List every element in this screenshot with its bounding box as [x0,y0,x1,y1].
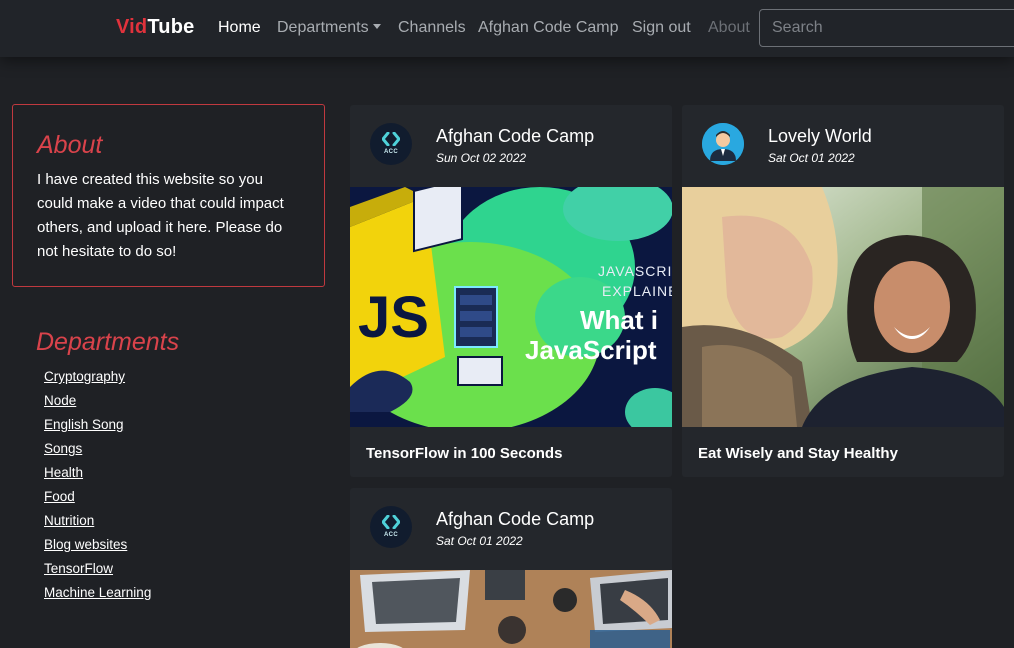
channel-name[interactable]: Lovely World [768,126,872,147]
code-icon [382,515,400,529]
upload-date: Sat Oct 01 2022 [768,151,855,165]
about-text: I have created this website so you could… [37,171,284,260]
department-item: Machine Learning [44,584,151,608]
nav-afghan-code-camp[interactable]: Afghan Code Camp [478,19,619,37]
nav-sign-out[interactable]: Sign out [632,19,691,37]
brand-part-tube: Tube [147,16,195,38]
card-header: ACC Afghan Code Camp Sun Oct 02 2022 [350,105,672,187]
about-panel: About I have created this website so you… [12,104,325,287]
nav-departments-label: Departments [277,19,369,36]
chevron-down-icon [372,24,381,29]
video-card[interactable]: Lovely World Sat Oct 01 2022 Eat Wisely [682,105,1004,477]
departments-list: Cryptography Node English Song Songs Hea… [44,368,151,608]
channel-avatar[interactable] [702,123,744,165]
department-item: Node [44,392,151,416]
top-navbar: VidTube Home Departments Channels Afghan… [0,0,1014,57]
channel-avatar[interactable]: ACC [370,123,412,165]
nav-departments-dropdown[interactable]: Departments [277,19,381,37]
two-women-laughing-photo [682,187,1004,427]
video-thumbnail[interactable] [682,187,1004,427]
department-link-cryptography[interactable]: Cryptography [44,369,125,384]
nav-about[interactable]: About [708,19,750,37]
upload-date: Sat Oct 01 2022 [436,534,523,548]
video-thumbnail[interactable]: JS JAVASCRI EXPLAINE What i JavaScript [350,187,672,427]
channel-name[interactable]: Afghan Code Camp [436,509,594,530]
channel-avatar[interactable]: ACC [370,506,412,548]
brand-part-vid: Vid [116,16,148,38]
about-title: About [37,131,103,159]
thumb-line-1: JAVASCRI [598,263,672,279]
department-item: Cryptography [44,368,151,392]
department-link-tensorflow[interactable]: TensorFlow [44,561,113,576]
thumb-line-2: EXPLAINE [602,283,672,299]
javascript-thumbnail-art: JS JAVASCRI EXPLAINE What i JavaScript [350,187,672,427]
video-thumbnail[interactable] [350,570,672,648]
department-link-english-song[interactable]: English Song [44,417,124,432]
video-title[interactable]: TensorFlow in 100 Seconds [366,445,562,462]
avatar-label: ACC [384,532,398,538]
js-logo-text: JS [358,285,429,350]
user-icon [702,123,744,165]
department-link-nutrition[interactable]: Nutrition [44,513,94,528]
search-input[interactable] [759,9,1014,47]
department-link-blog-websites[interactable]: Blog websites [44,537,127,552]
video-card[interactable]: ACC Afghan Code Camp Sun Oct 02 2022 JS … [350,105,672,477]
avatar-label: ACC [384,149,398,155]
department-link-food[interactable]: Food [44,489,75,504]
card-header: Lovely World Sat Oct 01 2022 [682,105,1004,187]
code-icon [382,132,400,146]
video-card[interactable]: ACC Afghan Code Camp Sat Oct 01 2022 [350,488,672,648]
channel-name[interactable]: Afghan Code Camp [436,126,594,147]
nav-channels[interactable]: Channels [398,19,466,37]
department-item: TensorFlow [44,560,151,584]
upload-date: Sun Oct 02 2022 [436,151,527,165]
department-link-songs[interactable]: Songs [44,441,82,456]
department-link-node[interactable]: Node [44,393,76,408]
video-title[interactable]: Eat Wisely and Stay Healthy [698,445,898,462]
department-item: Health [44,464,151,488]
department-item: Nutrition [44,512,151,536]
department-item: Food [44,488,151,512]
department-item: Blog websites [44,536,151,560]
laptops-desk-photo [350,570,672,648]
department-link-machine-learning[interactable]: Machine Learning [44,585,151,600]
department-item: English Song [44,416,151,440]
card-header: ACC Afghan Code Camp Sat Oct 01 2022 [350,488,672,570]
department-link-health[interactable]: Health [44,465,83,480]
department-item: Songs [44,440,151,464]
brand-logo[interactable]: VidTube [116,16,194,39]
thumb-line-4: JavaScript [525,335,657,365]
departments-title: Departments [36,328,180,356]
thumb-line-3: What i [580,305,658,335]
nav-home[interactable]: Home [218,19,261,37]
